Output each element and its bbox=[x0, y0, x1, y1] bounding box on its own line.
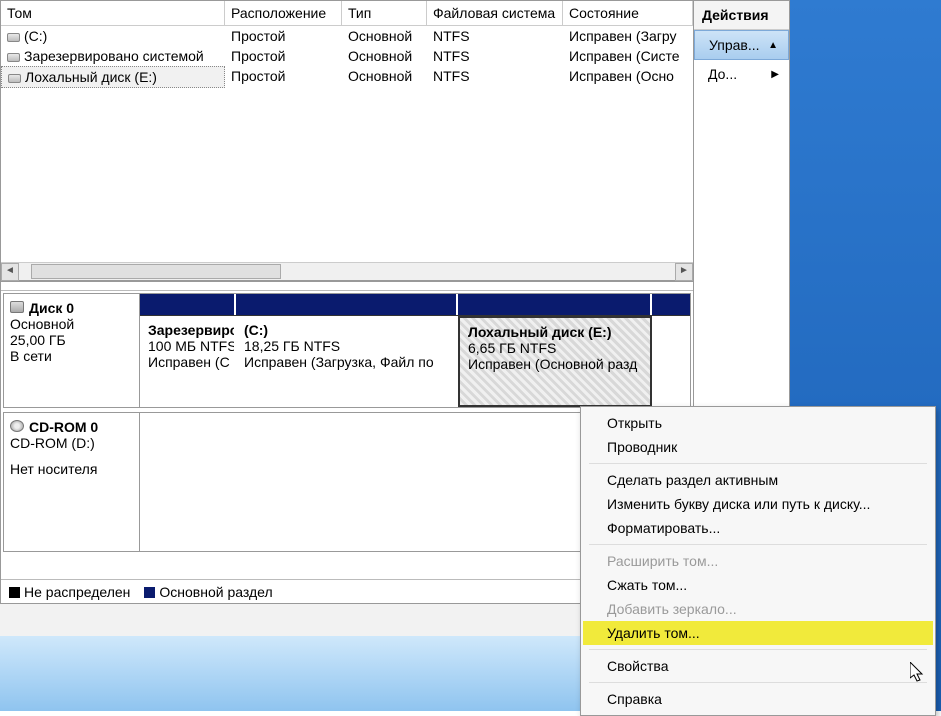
cdrom-name: CD-ROM 0 bbox=[29, 419, 98, 435]
pane-splitter[interactable] bbox=[1, 281, 693, 291]
context-menu-item[interactable]: Сжать том... bbox=[583, 573, 933, 597]
context-menu-item[interactable]: Форматировать... bbox=[583, 516, 933, 540]
context-menu-item[interactable]: Удалить том... bbox=[583, 621, 933, 645]
disk-row[interactable]: Диск 0Основной25,00 ГБВ сетиЗарезервиро1… bbox=[3, 293, 691, 408]
actions-header: Действия bbox=[694, 1, 789, 30]
context-menu-item[interactable]: Изменить букву диска или путь к диску... bbox=[583, 492, 933, 516]
partition[interactable]: Зарезервиро100 МБ NTFSИсправен (С bbox=[140, 316, 236, 407]
legend-primary: Основной раздел bbox=[159, 584, 272, 600]
mouse-cursor bbox=[910, 662, 928, 684]
cdrom-drive: CD-ROM (D:) bbox=[10, 435, 133, 451]
context-menu-item: Расширить том... bbox=[583, 549, 933, 573]
context-menu-item[interactable]: Проводник bbox=[583, 435, 933, 459]
drive-icon bbox=[8, 74, 21, 83]
actions-item[interactable]: До...▶ bbox=[694, 60, 789, 88]
col-header-state[interactable]: Состояние bbox=[563, 1, 693, 25]
legend-unallocated: Не распределен bbox=[24, 584, 130, 600]
volume-row[interactable]: (C:)ПростойОсновнойNTFSИсправен (Загру bbox=[1, 26, 693, 46]
legend-swatch-unallocated bbox=[9, 587, 20, 598]
partition[interactable]: Лохальный диск (E:)6,65 ГБ NTFSИсправен … bbox=[458, 316, 652, 407]
context-menu-item[interactable]: Справка bbox=[583, 687, 933, 711]
scroll-thumb[interactable] bbox=[31, 264, 281, 279]
volume-columns-header[interactable]: Том Расположение Тип Файловая система Со… bbox=[1, 1, 693, 26]
col-header-location[interactable]: Расположение bbox=[225, 1, 342, 25]
disk-icon bbox=[10, 301, 24, 313]
scroll-right-button[interactable]: ► bbox=[675, 263, 693, 281]
volume-list-scrollbar[interactable]: ◄ ► bbox=[1, 262, 693, 280]
context-menu-item[interactable]: Сделать раздел активным bbox=[583, 468, 933, 492]
partition[interactable]: (C:)18,25 ГБ NTFSИсправен (Загрузка, Фай… bbox=[236, 316, 458, 407]
context-menu-item: Добавить зеркало... bbox=[583, 597, 933, 621]
cdrom-icon bbox=[10, 420, 24, 432]
drive-icon bbox=[7, 33, 20, 42]
volume-row[interactable]: Зарезервировано системойПростойОсновнойN… bbox=[1, 46, 693, 66]
context-menu-item[interactable]: Открыть bbox=[583, 411, 933, 435]
context-menu-item[interactable]: Свойства bbox=[583, 654, 933, 678]
col-header-volume[interactable]: Том bbox=[1, 1, 225, 25]
actions-item[interactable]: Управ...▲ bbox=[694, 30, 789, 60]
cdrom-status: Нет носителя bbox=[10, 461, 133, 477]
volume-row[interactable]: Лохальный диск (E:)ПростойОсновнойNTFSИс… bbox=[1, 66, 693, 88]
volume-context-menu[interactable]: ОткрытьПроводник Сделать раздел активнымИ… bbox=[580, 406, 936, 716]
col-header-filesystem[interactable]: Файловая система bbox=[427, 1, 563, 25]
volume-list-pane: Том Расположение Тип Файловая система Со… bbox=[1, 1, 693, 281]
legend-swatch-primary bbox=[144, 587, 155, 598]
scroll-left-button[interactable]: ◄ bbox=[1, 263, 19, 281]
drive-icon bbox=[7, 53, 20, 62]
col-header-type[interactable]: Тип bbox=[342, 1, 427, 25]
